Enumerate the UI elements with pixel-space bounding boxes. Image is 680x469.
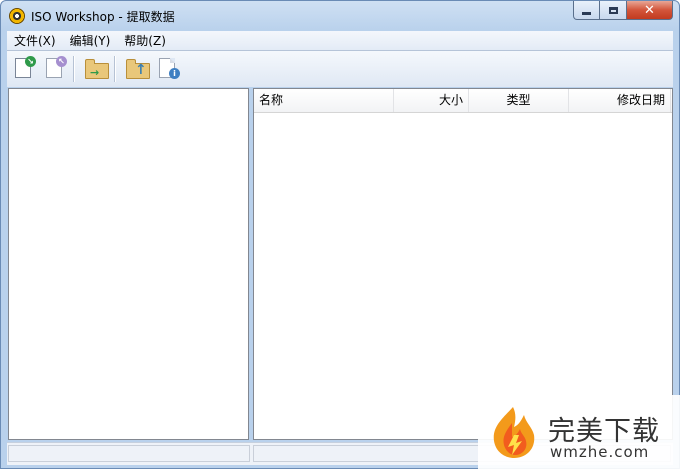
caption-buttons: ✕ [573, 1, 673, 21]
app-icon[interactable] [9, 8, 25, 24]
column-name[interactable]: 名称 [254, 89, 394, 112]
window-title: ISO Workshop - 提取数据 [31, 10, 175, 24]
watermark: 完美下载 wmzhe.com [478, 395, 680, 469]
close-icon: ✕ [644, 2, 655, 18]
folder-tree-pane[interactable] [8, 88, 249, 440]
close-button[interactable]: ✕ [627, 1, 673, 20]
blue-up-arrow-icon: ↑ [135, 62, 147, 78]
properties-button[interactable]: i [154, 54, 182, 84]
column-size[interactable]: 大小 [394, 89, 469, 112]
purple-arrow-badge-icon: ↖ [56, 56, 67, 67]
toolbar-separator [114, 56, 116, 82]
maximize-icon [608, 6, 618, 14]
title-bar[interactable]: ISO Workshop - 提取数据 ✕ [1, 1, 679, 31]
column-modified-date[interactable]: 修改日期 [569, 89, 671, 112]
menu-bar: 文件(X) 编辑(Y) 帮助(Z) [7, 31, 673, 51]
flame-logo-icon [493, 407, 535, 458]
new-button[interactable]: ↘ [10, 54, 38, 84]
info-badge-icon: i [169, 68, 180, 79]
open-button[interactable]: ↖ [41, 54, 69, 84]
green-right-arrow-icon: → [90, 66, 100, 79]
list-header: 名称 大小 类型 修改日期 [254, 89, 672, 113]
toolbar-separator [73, 56, 75, 82]
menu-edit[interactable]: 编辑(Y) [63, 32, 118, 49]
file-list-pane[interactable]: 名称 大小 类型 修改日期 [253, 88, 673, 440]
extract-button[interactable]: → [82, 54, 110, 84]
toolbar: ↘ ↖ → ↑ i [7, 51, 673, 87]
green-arrow-badge-icon: ↘ [25, 56, 36, 67]
column-type[interactable]: 类型 [469, 89, 569, 112]
minimize-icon [582, 11, 591, 15]
minimize-button[interactable] [573, 1, 600, 20]
watermark-url: wmzhe.com [550, 443, 650, 461]
menu-help[interactable]: 帮助(Z) [117, 32, 173, 49]
maximize-button[interactable] [600, 1, 627, 20]
menu-file[interactable]: 文件(X) [7, 32, 63, 49]
status-cell-left [8, 445, 250, 462]
up-button[interactable]: ↑ [123, 54, 151, 84]
